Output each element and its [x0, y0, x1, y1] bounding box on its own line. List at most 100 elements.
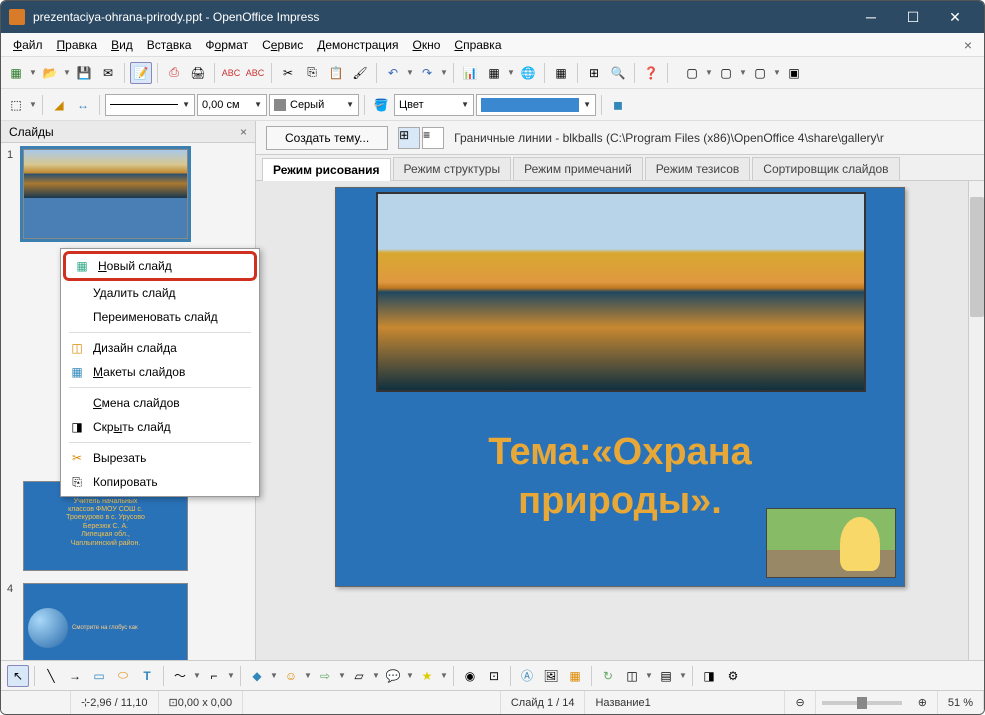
interaction-icon[interactable]: ⚙: [722, 665, 744, 687]
copy-icon[interactable]: ⎘: [301, 62, 323, 84]
gallery-view-grid-icon[interactable]: ⊞: [398, 127, 420, 149]
ctx-new-slide[interactable]: ▦ Новый слайд: [63, 251, 257, 281]
hyperlink-icon[interactable]: 🌐: [517, 62, 539, 84]
tab-notes[interactable]: Режим примечаний: [513, 157, 643, 180]
tab-drawing[interactable]: Режим рисования: [262, 158, 391, 181]
points-icon[interactable]: ◉: [459, 665, 481, 687]
zoom-icon[interactable]: 🔍: [607, 62, 629, 84]
line-icon[interactable]: ╲: [40, 665, 62, 687]
zoom-slider[interactable]: [822, 701, 902, 705]
rect-icon[interactable]: ▭: [88, 665, 110, 687]
connector-icon[interactable]: ⌐: [203, 665, 225, 687]
arrow-style-icon[interactable]: ⬚: [5, 94, 27, 116]
flowchart-icon[interactable]: ▱: [348, 665, 370, 687]
curve-icon[interactable]: 〜: [169, 665, 191, 687]
pdf-icon[interactable]: ⎙: [163, 62, 185, 84]
zoom-out-icon[interactable]: ⊖: [785, 691, 815, 714]
gallery-icon[interactable]: ▦: [564, 665, 586, 687]
close-button[interactable]: ✕: [934, 3, 976, 31]
slide-icon[interactable]: ▢: [681, 62, 703, 84]
line-style-combo[interactable]: ▼: [105, 94, 195, 116]
tab-sorter[interactable]: Сортировщик слайдов: [752, 157, 899, 180]
brush-icon[interactable]: 🖌: [349, 62, 371, 84]
ctx-slide-transition[interactable]: Смена слайдов: [61, 391, 259, 415]
text-icon[interactable]: T: [136, 665, 158, 687]
email-icon[interactable]: ✉: [97, 62, 119, 84]
ctx-copy[interactable]: ⎘ Копировать: [61, 470, 259, 494]
ctx-slide-layouts[interactable]: ▦ Макеты слайдов: [61, 360, 259, 384]
line-end-icon[interactable]: ◢: [48, 94, 70, 116]
save-icon[interactable]: 💾: [73, 62, 95, 84]
zoom-in-icon[interactable]: ⊕: [908, 691, 938, 714]
arrow-icon[interactable]: →: [64, 665, 86, 687]
extrusion-icon[interactable]: ◨: [698, 665, 720, 687]
tab-outline[interactable]: Режим структуры: [393, 157, 512, 180]
tab-handout[interactable]: Режим тезисов: [645, 157, 751, 180]
menu-slideshow[interactable]: Демонстрация: [311, 36, 404, 54]
select-icon[interactable]: ↖: [7, 665, 29, 687]
menu-insert[interactable]: Вставка: [141, 36, 198, 54]
callout-icon[interactable]: 💬: [382, 665, 404, 687]
cut-icon[interactable]: ✂: [277, 62, 299, 84]
symbol-icon[interactable]: ☺: [280, 665, 302, 687]
current-slide[interactable]: Тема:«Охрана природы».: [335, 187, 905, 587]
fill-bucket-icon[interactable]: 🪣: [370, 94, 392, 116]
minimize-button[interactable]: ─: [850, 3, 892, 31]
from-file-icon[interactable]: 🖼: [540, 665, 562, 687]
gallery-view-list-icon[interactable]: ≡: [422, 127, 444, 149]
edit-icon[interactable]: 📝: [130, 62, 152, 84]
menu-help[interactable]: Справка: [448, 36, 507, 54]
line-color-combo[interactable]: Серый▼: [269, 94, 359, 116]
open-icon[interactable]: 📂: [39, 62, 61, 84]
menu-window[interactable]: Окно: [407, 36, 447, 54]
rotate-icon[interactable]: ↻: [597, 665, 619, 687]
menubar-close-icon[interactable]: ×: [958, 37, 978, 53]
shapes-icon[interactable]: ◆: [246, 665, 268, 687]
line-width-combo[interactable]: 0,00 см▼: [197, 94, 267, 116]
create-theme-button[interactable]: Создать тему...: [266, 126, 388, 150]
ctx-cut[interactable]: ✂ Вырезать: [61, 446, 259, 470]
spellcheck-icon[interactable]: ABC: [220, 62, 242, 84]
shadow-icon[interactable]: ◼: [607, 94, 629, 116]
help-icon[interactable]: ❓: [640, 62, 662, 84]
stars-icon[interactable]: ★: [416, 665, 438, 687]
ctx-hide-slide[interactable]: ◨ Скрыть слайд: [61, 415, 259, 439]
line-arrow-icon[interactable]: ↔: [72, 94, 94, 116]
menu-format[interactable]: Формат: [199, 36, 254, 54]
arrange-icon[interactable]: ▤: [655, 665, 677, 687]
menu-tools[interactable]: Сервис: [256, 36, 309, 54]
paste-icon[interactable]: 📋: [325, 62, 347, 84]
present-icon[interactable]: ▣: [783, 62, 805, 84]
menu-edit[interactable]: Правка: [51, 36, 104, 54]
slideshow-icon[interactable]: ▦: [550, 62, 572, 84]
ellipse-icon[interactable]: ⬭: [112, 665, 134, 687]
fill-color-combo[interactable]: ▼: [476, 94, 596, 116]
print-icon[interactable]: 🖨: [187, 62, 209, 84]
autospell-icon[interactable]: ABC: [244, 62, 266, 84]
navigator-icon[interactable]: ⊞: [583, 62, 605, 84]
slide-thumb-4[interactable]: 4 Смотрите на глобус как: [9, 583, 247, 660]
vertical-scrollbar[interactable]: [968, 181, 984, 660]
slides-panel-close-icon[interactable]: ×: [240, 125, 247, 139]
maximize-button[interactable]: ☐: [892, 3, 934, 31]
undo-icon[interactable]: ↶: [382, 62, 404, 84]
chart-icon[interactable]: 📊: [459, 62, 481, 84]
glue-icon[interactable]: ⊡: [483, 665, 505, 687]
fontwork-icon[interactable]: Ⓐ: [516, 665, 538, 687]
new-icon[interactable]: ▦: [5, 62, 27, 84]
layout-icon[interactable]: ▢: [749, 62, 771, 84]
slide-canvas[interactable]: Тема:«Охрана природы».: [256, 181, 984, 660]
arrows-icon[interactable]: ⇨: [314, 665, 336, 687]
ctx-rename-slide[interactable]: Переименовать слайд: [61, 305, 259, 329]
menu-view[interactable]: Вид: [105, 36, 139, 54]
table-icon[interactable]: ▦: [483, 62, 505, 84]
align-icon[interactable]: ◫: [621, 665, 643, 687]
slide-thumb-1[interactable]: 1: [9, 149, 247, 239]
menu-file[interactable]: Файл: [7, 36, 49, 54]
fill-type-combo[interactable]: Цвет▼: [394, 94, 474, 116]
design-icon[interactable]: ▢: [715, 62, 737, 84]
redo-icon[interactable]: ↷: [416, 62, 438, 84]
status-layout: Название1: [585, 691, 785, 714]
ctx-slide-design[interactable]: ◫ Дизайн слайда: [61, 336, 259, 360]
ctx-delete-slide[interactable]: Удалить слайд: [61, 281, 259, 305]
